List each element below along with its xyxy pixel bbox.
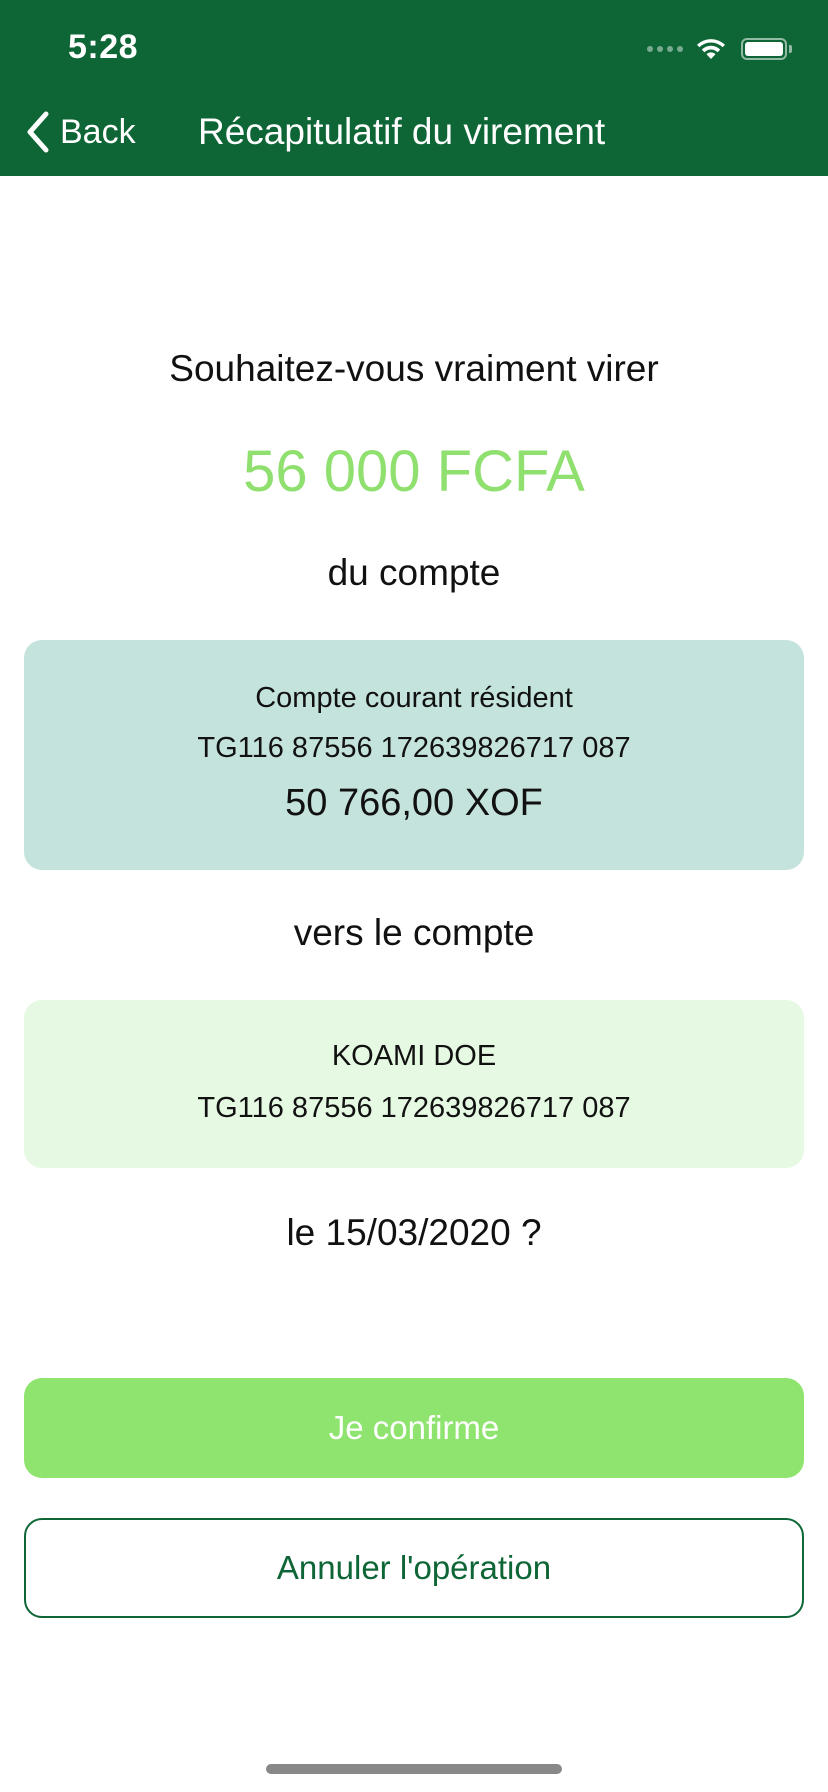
transfer-summary-screen: 5:28 Back Récapitulatif du virement Souh…	[0, 0, 828, 1792]
battery-tip	[789, 45, 792, 53]
transfer-date: le 15/03/2020 ?	[286, 1212, 542, 1253]
status-icons	[647, 36, 792, 62]
battery-icon	[741, 38, 787, 60]
status-time: 5:28	[68, 28, 139, 66]
header-bar: 5:28 Back Récapitulatif du virement	[0, 0, 828, 176]
destination-account-iban: TG116 87556 172639826717 087	[197, 1092, 631, 1124]
source-account-balance: 50 766,00 XOF	[285, 782, 543, 824]
source-account-name: Compte courant résident	[255, 682, 573, 714]
cellular-signal-icon	[647, 46, 683, 52]
wifi-icon	[697, 39, 725, 59]
to-account-label: vers le compte	[293, 912, 535, 953]
back-button[interactable]: Back	[24, 108, 136, 156]
source-account-iban: TG116 87556 172639826717 087	[197, 732, 631, 764]
cancel-button-label: Annuler l'opération	[276, 1549, 552, 1586]
from-account-label: du compte	[327, 552, 501, 593]
confirm-button-label: Je confirme	[328, 1409, 500, 1446]
destination-account-card: KOAMI DOE TG116 87556 172639826717 087	[24, 1000, 804, 1168]
home-indicator[interactable]	[266, 1764, 562, 1774]
transfer-amount: 56 000 FCFA	[243, 439, 585, 504]
destination-account-name: KOAMI DOE	[331, 1040, 497, 1072]
confirmation-prompt: Souhaitez-vous vraiment virer	[169, 348, 659, 389]
page-title: Récapitulatif du virement	[198, 111, 606, 152]
chevron-left-icon	[27, 111, 49, 153]
confirm-button[interactable]: Je confirme	[24, 1378, 804, 1478]
source-account-card: Compte courant résident TG116 87556 1726…	[24, 640, 804, 870]
back-label: Back	[60, 112, 136, 151]
cancel-operation-button[interactable]: Annuler l'opération	[24, 1518, 804, 1618]
